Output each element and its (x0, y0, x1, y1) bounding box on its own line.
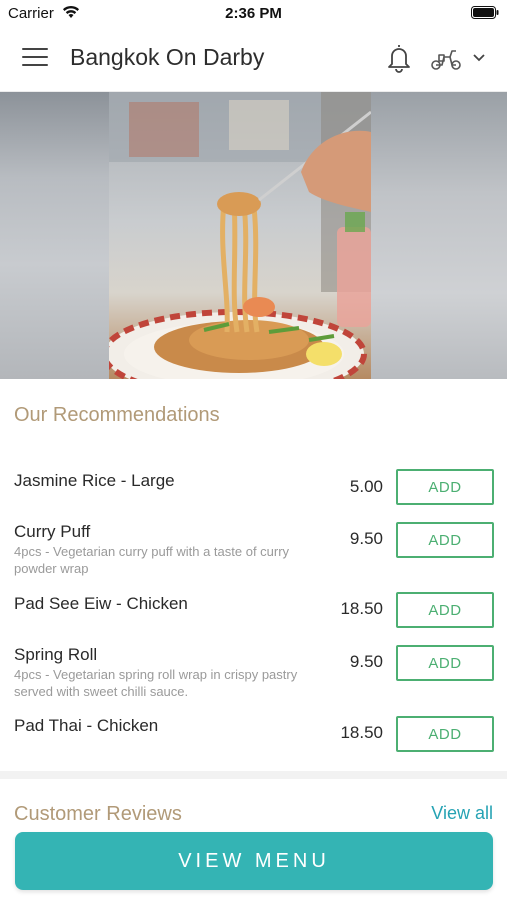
section-divider (0, 771, 507, 779)
menu-item-name: Spring Roll (14, 645, 98, 664)
menu-item-name: Pad See Eiw - Chicken (14, 594, 188, 613)
add-button[interactable]: ADD (396, 645, 494, 681)
menu-item-price: 18.50 (340, 723, 383, 742)
view-all-reviews-link[interactable]: View all (431, 803, 493, 824)
recommendations-title: Our Recommendations (14, 404, 220, 426)
add-button[interactable]: ADD (396, 522, 494, 558)
add-button[interactable]: ADD (396, 469, 494, 505)
app-header: Bangkok On Darby (0, 26, 507, 92)
add-button[interactable]: ADD (396, 592, 494, 628)
menu-item-name: Jasmine Rice - Large (14, 471, 175, 490)
view-menu-button[interactable]: VIEW MENU (15, 832, 493, 890)
hero-food-photo (101, 92, 372, 379)
status-bar: Carrier 2:36 PM (0, 0, 507, 26)
menu-item-price: 18.50 (340, 599, 383, 618)
hero-image (0, 92, 507, 379)
menu-item-name: Pad Thai - Chicken (14, 716, 159, 735)
menu-item-description: 4pcs - Vegetarian curry puff with a tast… (14, 544, 290, 576)
restaurant-title: Bangkok On Darby (70, 44, 265, 70)
menu-item-price: 5.00 (349, 477, 383, 496)
menu-item-description: 4pcs - Vegetarian spring roll wrap in cr… (14, 667, 298, 699)
status-time: 2:36 PM (225, 5, 282, 22)
menu-item-price: 9.50 (349, 529, 383, 548)
scooter-icon[interactable] (430, 47, 462, 71)
hero-blurred-left (0, 92, 109, 379)
reviews-title: Customer Reviews (14, 803, 182, 825)
menu-item-name: Curry Puff (14, 522, 91, 541)
hero-blurred-right (371, 92, 507, 379)
add-button[interactable]: ADD (396, 716, 494, 752)
menu-item-price: 9.50 (349, 652, 383, 671)
chevron-down-icon[interactable] (472, 53, 486, 63)
noodle-dish-illustration (101, 92, 372, 379)
menu-icon[interactable] (22, 48, 48, 68)
battery-icon (471, 6, 499, 19)
bell-icon[interactable] (386, 43, 412, 73)
